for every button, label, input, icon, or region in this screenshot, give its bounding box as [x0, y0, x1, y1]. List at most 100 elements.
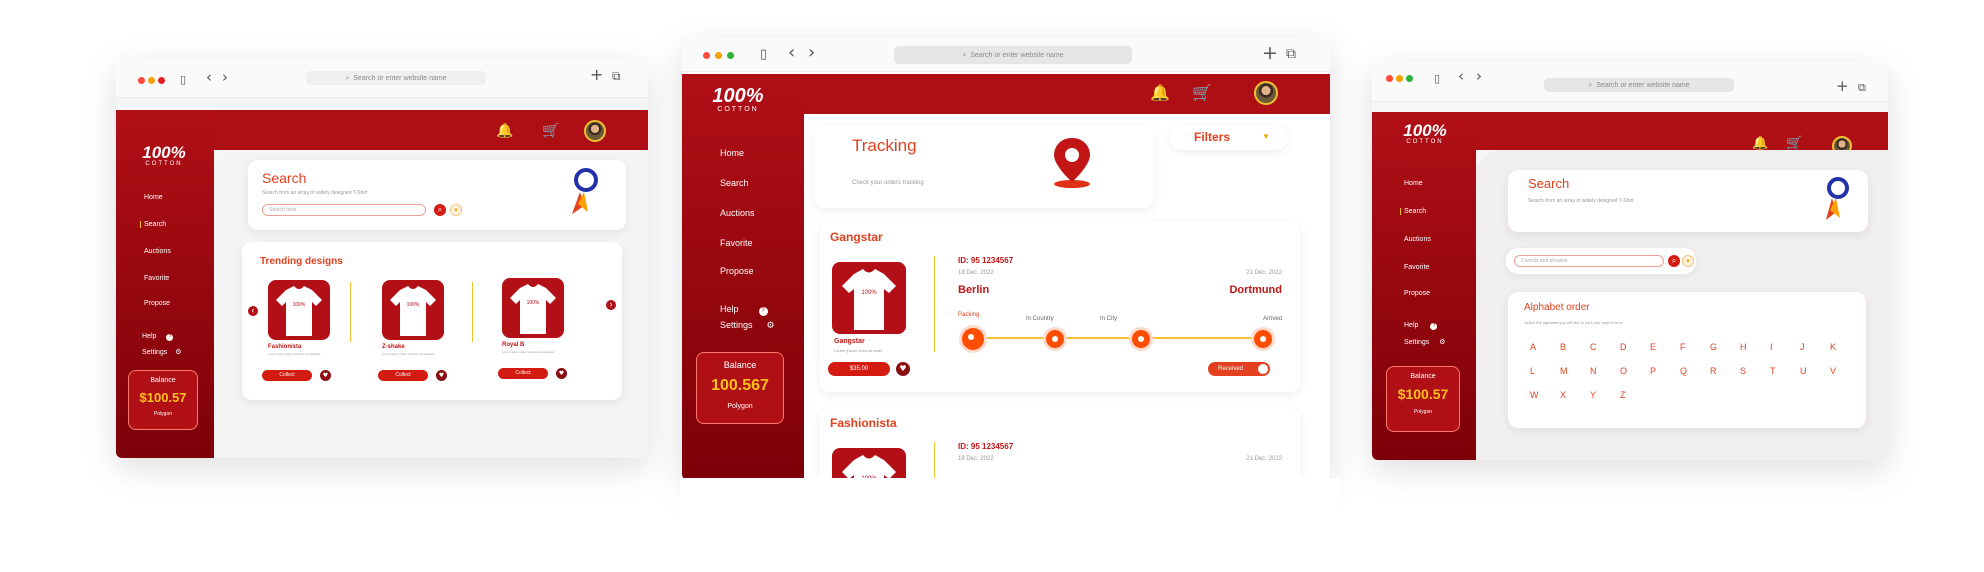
sidebar-item-favorite[interactable]: Favorite — [1404, 264, 1429, 271]
sidebar-item-settings[interactable]: Settings ⚙ — [142, 348, 182, 356]
product-card[interactable]: 100% Royal B Lorem ipsum dolor sit amet … — [498, 276, 582, 388]
tabs-icon[interactable]: ⧉ — [612, 70, 621, 82]
bell-icon[interactable]: 🔔 — [496, 124, 513, 138]
collect-button[interactable]: Collect — [262, 370, 312, 381]
letter-l[interactable]: L — [1530, 366, 1535, 376]
letter-v[interactable]: V — [1830, 366, 1836, 376]
letter-u[interactable]: U — [1800, 366, 1807, 376]
tabs-icon[interactable]: ⧉ — [1286, 47, 1296, 61]
sidebar-item-help[interactable]: Help? — [1404, 322, 1438, 330]
search-input[interactable]: Search here — [262, 204, 426, 216]
letter-b[interactable]: B — [1560, 342, 1566, 352]
letter-r[interactable]: R — [1710, 366, 1717, 376]
new-tab-icon[interactable]: + — [1836, 79, 1849, 94]
filters-button[interactable]: Filters ▼ — [1170, 126, 1288, 150]
sidebar-item-home[interactable]: Home — [720, 148, 744, 158]
search-input[interactable]: 2 words and phrases — [1514, 255, 1664, 267]
cart-icon[interactable]: 🛒 — [1786, 137, 1802, 150]
letter-j[interactable]: J — [1800, 342, 1805, 352]
letter-f[interactable]: F — [1680, 342, 1686, 352]
collect-button[interactable]: Collect — [498, 368, 548, 379]
letter-i[interactable]: I — [1770, 342, 1773, 352]
letter-x[interactable]: X — [1560, 390, 1566, 400]
address-bar[interactable]: ⌕ Search or enter website name — [306, 71, 486, 85]
bell-icon[interactable]: 🔔 — [1752, 137, 1768, 150]
letter-k[interactable]: K — [1830, 342, 1836, 352]
order-date-to: 21 Dec. 2022 — [1246, 270, 1282, 276]
order-card[interactable]: Fashionista 100% ID: 95 1234567 18 Dec. … — [820, 408, 1300, 480]
search-card: Search Search from an array of widely de… — [1508, 170, 1868, 232]
sidebar-item-favorite[interactable]: Favorite — [720, 238, 753, 248]
sidebar-item-help[interactable]: Help? — [720, 304, 768, 316]
address-bar[interactable]: ⌕ Search or enter website name — [1544, 78, 1734, 92]
letter-y[interactable]: Y — [1590, 390, 1596, 400]
balance-value: $100.57 — [139, 390, 187, 405]
heart-icon[interactable]: ♥ — [436, 370, 447, 381]
cart-icon[interactable]: 🛒 — [1192, 85, 1212, 101]
forward-icon[interactable]: › — [222, 70, 228, 85]
search-button-icon[interactable]: ⌕ — [1668, 255, 1680, 267]
chevron-left-icon[interactable]: ‹ — [248, 306, 258, 316]
sidebar-item-auctions[interactable]: Auctions — [720, 208, 755, 218]
heart-icon[interactable]: ♥ — [896, 362, 910, 376]
search-button-icon[interactable]: ⌕ — [434, 204, 446, 216]
search-icon: ⌕ — [1588, 80, 1593, 89]
sidebar-item-settings[interactable]: Settings ⚙ — [1404, 338, 1446, 346]
letter-c[interactable]: C — [1590, 342, 1597, 352]
filter-button-icon[interactable]: ▼ — [1682, 255, 1694, 267]
letter-g[interactable]: G — [1710, 342, 1717, 352]
avatar[interactable] — [584, 120, 606, 142]
new-tab-icon[interactable]: + — [1262, 44, 1278, 63]
chevron-right-icon[interactable]: › — [606, 300, 616, 310]
forward-icon[interactable]: › — [1476, 69, 1482, 84]
sidebar-item-favorite[interactable]: Favorite — [144, 275, 169, 282]
sidebar-item-home[interactable]: Home — [1404, 180, 1423, 187]
cart-icon[interactable]: 🛒 — [542, 124, 559, 138]
product-card[interactable]: 100% Fashionista Lorem ipsum dolor sit a… — [262, 278, 342, 390]
bell-icon[interactable]: 🔔 — [1150, 85, 1170, 101]
letter-t[interactable]: T — [1770, 366, 1776, 376]
sidebar-item-propose[interactable]: Propose — [720, 266, 754, 276]
tabs-icon[interactable]: ⧉ — [1858, 82, 1866, 93]
avatar[interactable] — [1254, 81, 1278, 105]
price-button[interactable]: $35.00 — [828, 362, 890, 376]
product-name: Z-shake — [382, 344, 405, 350]
letter-e[interactable]: E — [1650, 342, 1656, 352]
received-toggle[interactable]: Received — [1208, 362, 1270, 376]
sidebar-item-settings[interactable]: Settings ⚙ — [720, 320, 775, 331]
letter-p[interactable]: P — [1650, 366, 1656, 376]
order-date-from: 18 Dec. 2022 — [958, 270, 994, 276]
letter-z[interactable]: Z — [1620, 390, 1626, 400]
balance-currency: Polygon — [1413, 409, 1433, 415]
letter-n[interactable]: N — [1590, 366, 1597, 376]
letter-q[interactable]: Q — [1680, 366, 1687, 376]
sidebar-item-search[interactable]: Search — [1400, 208, 1426, 215]
filter-button-icon[interactable]: ▼ — [450, 204, 462, 216]
gear-icon: ⚙ — [1439, 338, 1446, 346]
sidebar-item-auctions[interactable]: Auctions — [1404, 236, 1431, 243]
letter-h[interactable]: H — [1740, 342, 1747, 352]
sidebar-item-help[interactable]: Help ? — [142, 333, 174, 341]
collect-button[interactable]: Collect — [378, 370, 428, 381]
forward-icon[interactable]: › — [808, 44, 815, 62]
sidebar-item-auctions[interactable]: Auctions — [144, 248, 171, 255]
new-tab-icon[interactable]: + — [590, 67, 603, 83]
order-card[interactable]: Gangstar 100% Gangstar Lorem ipsum dolor… — [820, 222, 1300, 392]
sidebar-item-search[interactable]: Search — [720, 178, 749, 188]
letter-a[interactable]: A — [1530, 342, 1536, 352]
letter-m[interactable]: M — [1560, 366, 1568, 376]
heart-icon[interactable]: ♥ — [320, 370, 331, 381]
letter-d[interactable]: D — [1620, 342, 1627, 352]
sidebar-item-propose[interactable]: Propose — [1404, 290, 1430, 297]
address-placeholder: Search or enter website name — [1596, 81, 1690, 89]
sidebar-item-propose[interactable]: Propose — [144, 300, 170, 307]
heart-icon[interactable]: ♥ — [556, 368, 567, 379]
settings-label: Settings — [1404, 339, 1430, 346]
product-card[interactable]: 100% Z-shake Lorem ipsum dolor sit amet … — [378, 278, 462, 390]
letter-o[interactable]: O — [1620, 366, 1627, 376]
letter-s[interactable]: S — [1740, 366, 1746, 376]
sidebar-item-home[interactable]: Home — [144, 194, 163, 201]
address-bar[interactable]: ⌕ Search or enter website name — [894, 46, 1132, 64]
sidebar-item-search[interactable]: Search — [140, 221, 166, 228]
letter-w[interactable]: W — [1530, 390, 1539, 400]
